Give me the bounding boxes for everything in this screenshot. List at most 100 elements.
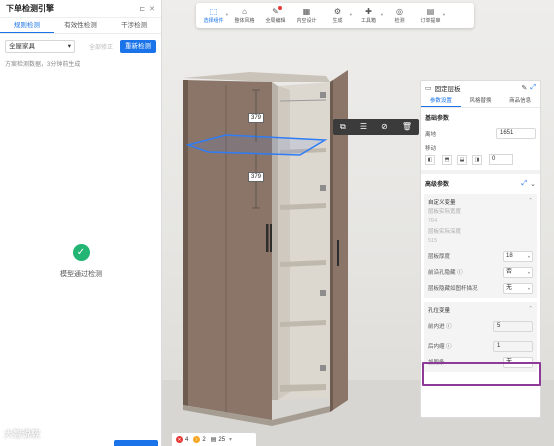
actual-depth-value: 515 — [428, 238, 438, 244]
panel-bottom-button[interactable] — [114, 440, 158, 446]
rear-inset-label: 后内缩 ⓘ — [428, 344, 452, 350]
rear-inset-row: 后内缩 ⓘ 1 — [424, 338, 537, 354]
front-inset-input[interactable]: 5 — [493, 320, 533, 332]
toolbar-global-edit[interactable]: ✎ 全局编辑 — [260, 3, 291, 28]
hole-hide-value: 否 — [506, 268, 513, 275]
height-input[interactable]: 1651 — [496, 128, 536, 139]
status-bar[interactable]: ✕ 4 ! 2 ▤ 25 ▾ — [172, 433, 256, 446]
toolbar-label: 内空设计 — [296, 18, 317, 24]
move-input[interactable]: 0 — [489, 154, 513, 165]
error-icon: ✕ — [176, 436, 183, 443]
copy-icon[interactable]: ⧉ — [340, 119, 346, 135]
scope-select-value: 全屋家具 — [9, 43, 35, 50]
move-left-icon[interactable]: ◧ — [425, 154, 435, 165]
tab-product-info[interactable]: 商品信息 — [500, 95, 540, 107]
front-inset-label: 前内进 ⓘ — [428, 324, 452, 330]
custom-variables-group: 自定义变量 ⌃ 层板实际宽度 764 层板实际深度 515 层板厚度 18 ▾ 前… — [424, 194, 537, 298]
recheck-button[interactable]: 重新检测 — [120, 40, 156, 53]
interior-design-icon: ▦ — [302, 7, 311, 16]
chevron-down-icon: ▾ — [380, 12, 383, 17]
edit-icon[interactable]: ✎ — [522, 84, 528, 92]
tab-style-replace[interactable]: 风格替换 — [461, 95, 501, 107]
warning-icon: ! — [193, 436, 201, 443]
custom-group-header[interactable]: 自定义变量 ⌃ — [424, 196, 537, 208]
chevron-down-icon: ▾ — [527, 285, 530, 291]
pin-icon[interactable]: ⊏ — [139, 5, 145, 13]
panel-header: 下单检测引擎 ⊏ ✕ — [0, 0, 161, 18]
detect-icon: ◎ — [396, 7, 403, 16]
height-row: 离地 1651 — [421, 126, 540, 141]
toolbar-label: 选择组件 — [203, 18, 224, 24]
toolbar-select-component[interactable]: ⬚ 选择组件 ▾ — [198, 3, 229, 28]
height-label: 离地 — [425, 131, 437, 138]
tab-parameters[interactable]: 参数设置 — [421, 95, 461, 107]
properties-title: 固定层板 — [434, 86, 461, 93]
close-icon[interactable]: ✕ — [149, 5, 155, 13]
detection-tabs: 规则检测 有效性检测 干涉检测 — [0, 18, 161, 34]
actual-depth-label: 层板实际深度 — [428, 229, 462, 235]
expand-icon[interactable]: ⤢ — [522, 180, 528, 188]
advanced-params-header[interactable]: 高级参数 ⤢ ⌄ — [421, 177, 540, 190]
info-icon: ⓘ — [457, 270, 463, 276]
expand-icon[interactable]: ⤢ — [530, 84, 536, 92]
rear-inset-input[interactable]: 1 — [493, 340, 533, 352]
chevron-down-icon: ▾ — [527, 269, 530, 275]
list-icon: ▤ — [210, 437, 217, 443]
error-count: 4 — [185, 436, 189, 443]
watermark: 大智说软 — [4, 429, 41, 439]
toolbar-label: 检测 — [394, 18, 405, 24]
toolbar-generate[interactable]: ⚙ 生成 ▾ — [322, 3, 353, 28]
chevron-up-icon: ⌃ — [528, 198, 533, 204]
hole-hide-label: 前沿孔隐藏 ⓘ — [428, 270, 463, 276]
fix-all-button[interactable]: 全部修正 — [89, 42, 113, 51]
toolbar-interior-design[interactable]: ▦ 内空设计 — [291, 3, 322, 28]
item-count: 25 — [218, 436, 226, 443]
properties-tabs: 参数设置 风格替换 商品信息 — [421, 95, 540, 108]
thickness-select[interactable]: 18 ▾ — [503, 250, 533, 262]
toolbar-toolbox[interactable]: ✚ 工具箱 ▾ — [353, 3, 384, 28]
detection-engine-panel: 下单检测引擎 ⊏ ✕ 规则检测 有效性检测 干涉检测 全屋家具 ▾ 全部修正 重… — [0, 0, 162, 446]
toolbar-label: 生成 — [332, 18, 343, 24]
chevron-down-icon: ▾ — [225, 12, 228, 17]
chevron-down-icon: ▾ — [229, 437, 233, 443]
warning-count: 2 — [202, 436, 206, 443]
delete-icon[interactable]: 🗑 — [402, 119, 412, 135]
move-up-icon[interactable]: ⬒ — [442, 154, 452, 165]
hole-group-header[interactable]: 孔位变量 ⌃ — [424, 304, 537, 316]
toolbar-detect[interactable]: ◎ 检测 — [384, 3, 415, 28]
thickness-value: 18 — [506, 252, 513, 259]
hang-rod-select[interactable]: 无 ▾ — [503, 282, 533, 294]
chevron-down-icon: ▾ — [349, 12, 352, 17]
main-toolbar: ⬚ 选择组件 ▾ ⌂ 整体风格 ✎ 全局编辑 ▦ 内空设计 ⚙ 生成 ▾ ✚ 工… — [196, 3, 474, 28]
tab-rule-check[interactable]: 规则检测 — [0, 18, 54, 33]
move-down-icon[interactable]: ⬓ — [457, 154, 467, 165]
hang-rod-label: 层板隐藏如图杆描况 — [428, 286, 478, 292]
toolbar-label: 整体风格 — [234, 18, 255, 24]
info-icon: ⓘ — [446, 324, 452, 330]
info-icon: ⓘ — [446, 344, 452, 350]
scope-select[interactable]: 全屋家具 ▾ — [5, 40, 75, 53]
dimension-label-bottom: 379 — [248, 172, 264, 182]
advanced-params-title: 高级参数 — [425, 182, 450, 188]
toolbar-label: 全局编辑 — [265, 18, 286, 24]
chevron-down-icon: ▾ — [527, 253, 530, 259]
generate-icon: ⚙ — [333, 7, 342, 16]
hide-icon[interactable]: ⊘ — [381, 119, 388, 135]
chevron-down-icon[interactable]: ⌄ — [530, 180, 536, 188]
panel-icon: ▭ — [425, 85, 432, 92]
tab-interference-check[interactable]: 干涉检测 — [107, 18, 161, 33]
move-controls: ◧ ⬒ ⬓ ◨ 0 — [421, 152, 540, 167]
toolbar-overall-style[interactable]: ⌂ 整体风格 — [229, 3, 260, 28]
toolbar-label: 工具箱 — [360, 18, 376, 24]
move-right-icon[interactable]: ◨ — [472, 154, 482, 165]
list-icon[interactable]: ☰ — [360, 119, 367, 135]
hang-rod-row: 层板隐藏如图杆描况 无 ▾ — [424, 280, 537, 296]
properties-header: ▭ 固定层板 ✎ ⤢ — [421, 81, 540, 95]
check-icon: ✓ — [72, 244, 90, 261]
toolbar-order-review[interactable]: ▤ 订单提审 ▾ — [415, 3, 446, 28]
tab-validity-check[interactable]: 有效性检测 — [54, 18, 108, 33]
style-icon: ⌂ — [242, 7, 247, 16]
dimension-label-top: 379 — [248, 113, 264, 123]
detection-note: 方案检测数据，3分钟前生成 — [5, 62, 81, 68]
hole-hide-select[interactable]: 否 ▾ — [503, 266, 533, 278]
